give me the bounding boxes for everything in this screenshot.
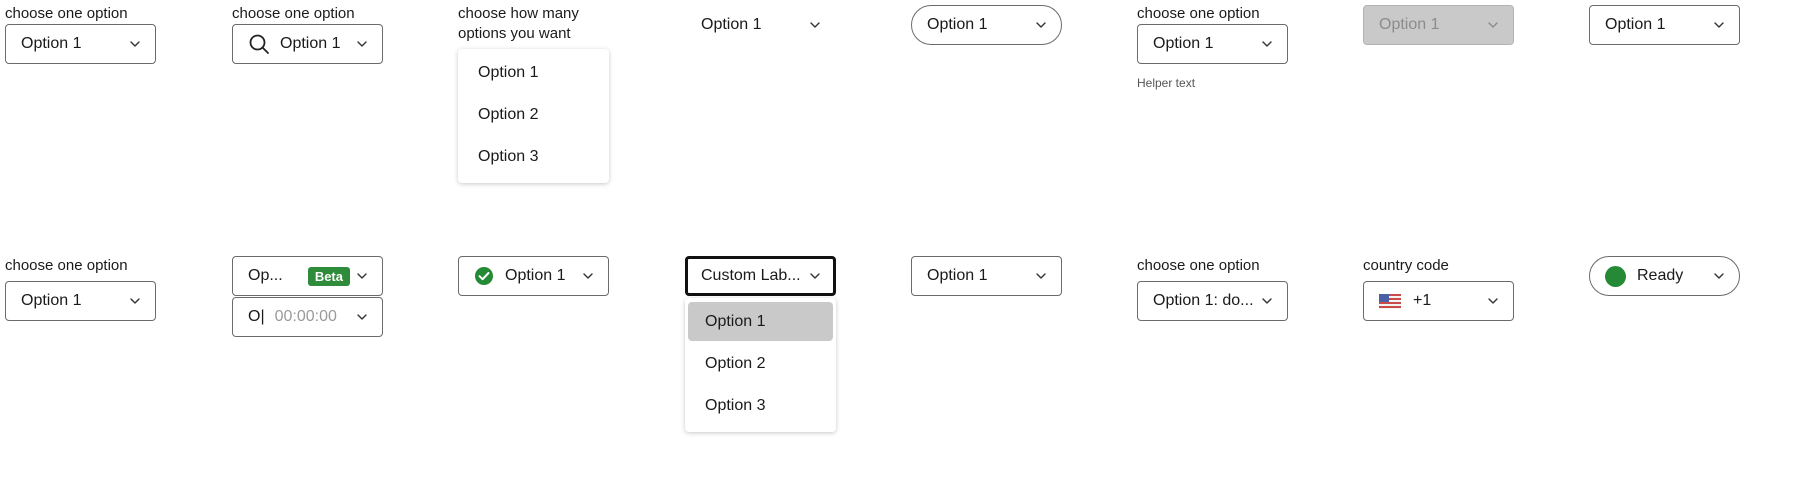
select-value: Op...	[248, 267, 283, 284]
chevron-down-icon	[810, 22, 820, 28]
option-select[interactable]: Option 1	[5, 24, 156, 64]
chevron-down-icon	[810, 273, 820, 279]
status-dot-icon	[1605, 265, 1626, 287]
search-icon	[249, 34, 269, 54]
country-code-select[interactable]: +1	[1363, 281, 1514, 321]
badge-select[interactable]: Op... Beta	[232, 256, 383, 296]
beta-badge: Beta	[307, 266, 350, 286]
menu-option-highlighted[interactable]: Option 1	[688, 302, 833, 341]
select-value: Option 1	[21, 292, 82, 309]
select-value: Option 1	[21, 35, 82, 52]
option-select[interactable]: Option 1	[1137, 24, 1288, 64]
chevron-down-icon	[1036, 22, 1046, 28]
search-select[interactable]: Option 1	[232, 24, 383, 64]
select-value: Option 1	[505, 267, 566, 284]
options-menu: Option 1 Option 2 Option 3	[685, 298, 836, 432]
menu-option[interactable]: Option 3	[688, 386, 833, 425]
option-select[interactable]: Option 1	[5, 281, 156, 321]
check-circle-icon	[475, 267, 493, 285]
menu-option[interactable]: Option 2	[461, 95, 606, 134]
select-value: Option 1	[701, 16, 762, 33]
chevron-down-icon	[1488, 298, 1498, 304]
menu-option[interactable]: Option 1	[461, 53, 606, 92]
chevron-down-icon	[1714, 22, 1724, 28]
chevron-down-icon	[130, 41, 140, 47]
chevron-down-icon	[583, 273, 593, 279]
select-label: choose one option	[232, 5, 355, 22]
select-value: O|	[248, 308, 265, 325]
chevron-down-icon	[357, 314, 367, 320]
chevron-down-icon	[130, 298, 140, 304]
select-value: Option 1	[280, 35, 341, 52]
chevron-down-icon	[1036, 273, 1046, 279]
select-value: Ready	[1637, 267, 1684, 284]
select-value: Option 1	[1605, 16, 1666, 33]
select-label: choose how many options you want	[458, 5, 579, 42]
select-label: choose one option	[1137, 257, 1260, 274]
chevron-down-icon	[357, 41, 367, 47]
chevron-down-icon	[1262, 298, 1272, 304]
select-value: Option 1	[1379, 16, 1440, 33]
select-label: choose one option	[5, 257, 128, 274]
helper-text: Helper text	[1137, 76, 1196, 90]
check-select[interactable]: Option 1	[458, 256, 609, 296]
select-label: choose one option	[1137, 5, 1260, 22]
option-select[interactable]: Option 1	[1589, 5, 1740, 45]
disabled-select: Option 1	[1363, 5, 1514, 45]
select-label: country code	[1363, 257, 1449, 274]
select-value: Option 1	[1153, 35, 1214, 52]
select-value: +1	[1413, 292, 1432, 309]
chevron-down-icon	[357, 273, 367, 279]
select-value: Option 1: do...	[1153, 292, 1254, 309]
menu-option[interactable]: Option 2	[688, 344, 833, 383]
option-select[interactable]: Option 1: do...	[1137, 281, 1288, 321]
pill-select[interactable]: Option 1	[911, 5, 1062, 45]
chevron-down-icon	[1262, 41, 1272, 47]
options-menu: Option 1 Option 2 Option 3	[458, 49, 609, 183]
select-value: Option 1	[927, 267, 988, 284]
time-select[interactable]: O| 00:00:00	[232, 297, 383, 337]
borderless-select[interactable]: Option 1	[685, 5, 836, 45]
select-value: Custom Lab...	[701, 267, 801, 284]
status-select[interactable]: Ready	[1589, 256, 1740, 296]
us-flag-icon	[1379, 293, 1401, 309]
menu-option[interactable]: Option 3	[461, 137, 606, 176]
chevron-down-icon	[1714, 273, 1724, 279]
time-placeholder: 00:00:00	[274, 308, 337, 325]
select-label: choose one option	[5, 5, 128, 22]
chevron-down-icon	[1488, 22, 1498, 28]
select-value: Option 1	[927, 16, 988, 33]
custom-label-select[interactable]: Custom Lab...	[685, 256, 836, 296]
option-select[interactable]: Option 1	[911, 256, 1062, 296]
